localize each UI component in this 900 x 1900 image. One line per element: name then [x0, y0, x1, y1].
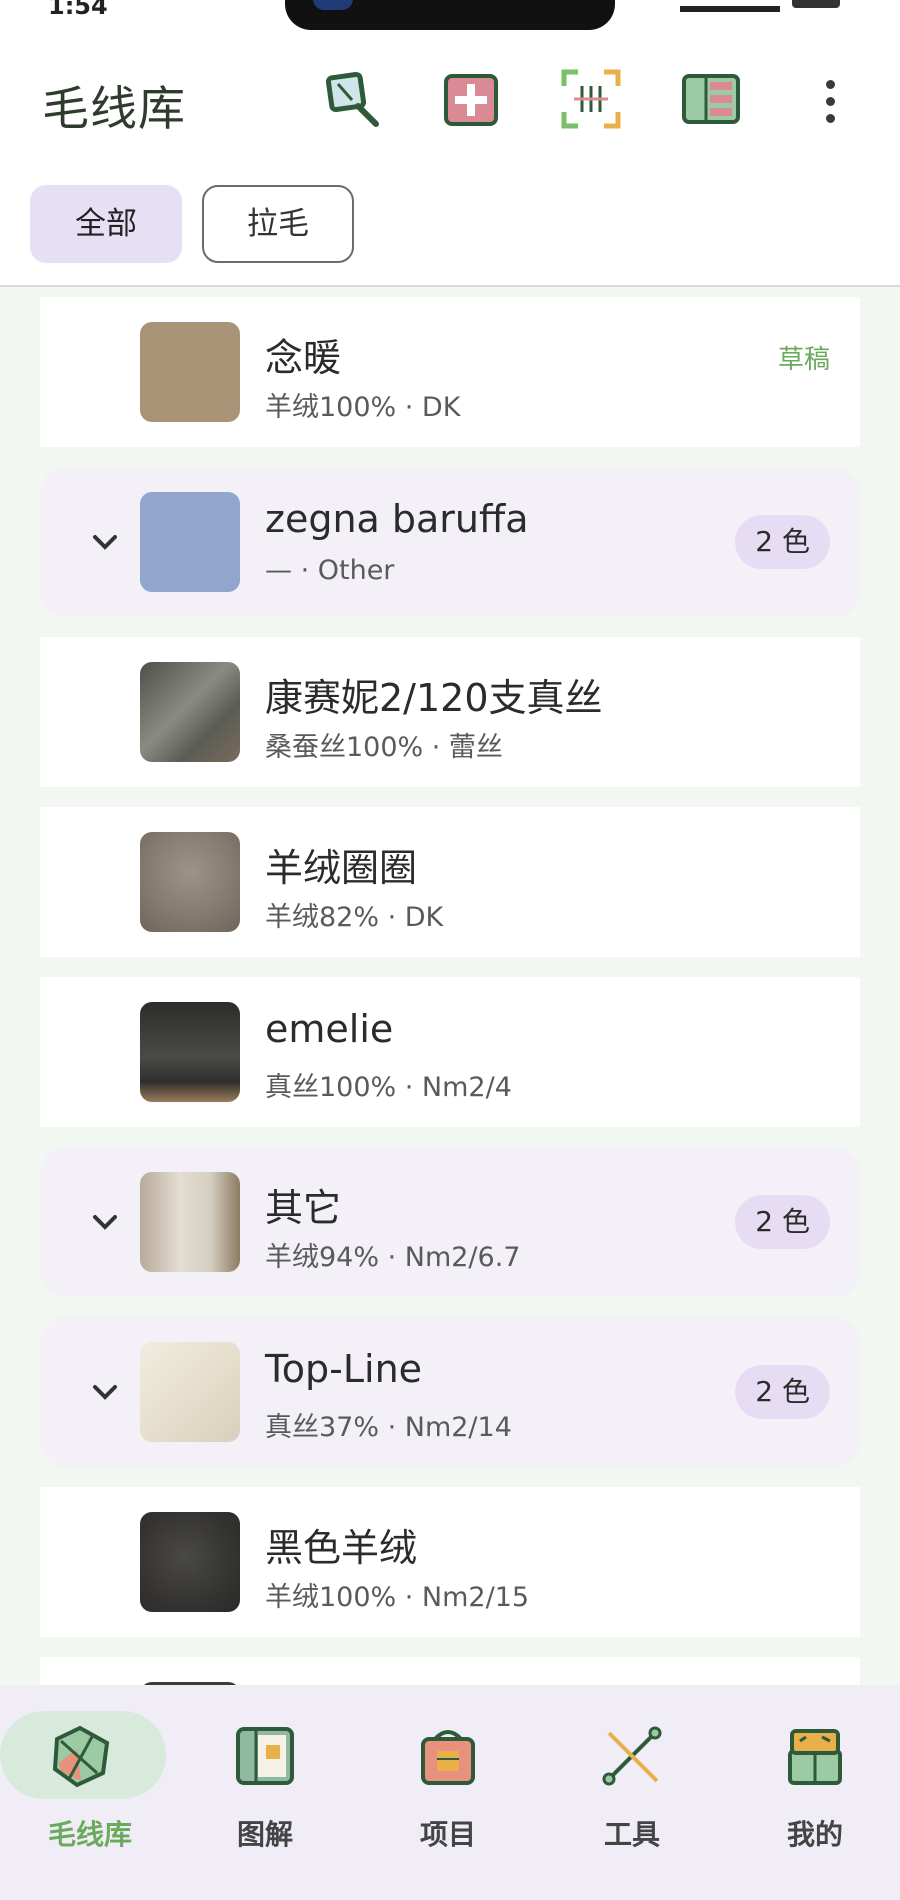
yarn-name: 黑色羊绒 [265, 1526, 418, 1570]
filter-chip-lamao[interactable]: 拉毛 [202, 185, 354, 263]
chevron-down-icon[interactable] [88, 1205, 122, 1239]
project-bag-icon [421, 1730, 475, 1785]
nav-label: 我的 [786, 1818, 843, 1851]
bottom-navigation: 毛线库 图解 项目 工具 我的 [0, 1685, 900, 1900]
color-count-badge: 2 色 [735, 1365, 830, 1419]
yarn-library-icon [52, 1725, 110, 1788]
knitting-needles-icon [602, 1726, 662, 1786]
list-item[interactable]: 念暖 羊绒100% · DK 草稿 [40, 297, 860, 447]
yarn-name: 康赛妮2/120支真丝 [265, 676, 603, 720]
yarn-detail: 羊绒82% · DK [265, 902, 444, 933]
yarn-detail: 真丝100% · Nm2/4 [265, 1072, 512, 1103]
yarn-list: 念暖 羊绒100% · DK 草稿 zegna baruffa — · Othe… [0, 287, 900, 1685]
list-group-item[interactable]: 其它 羊绒94% · Nm2/6.7 2 色 [40, 1147, 860, 1297]
yarn-thumbnail [140, 1512, 240, 1612]
stash-book-icon[interactable] [680, 68, 742, 130]
yarn-name: 羊绒圈圈 [265, 846, 418, 890]
scan-barcode-icon[interactable] [560, 68, 622, 130]
list-item[interactable]: 康赛妮2/120支真丝 桑蚕丝100% · 蕾丝 [40, 637, 860, 787]
yarn-thumbnail [140, 662, 240, 762]
yarn-name: Top-Line [265, 1347, 423, 1391]
top-app-bar: 毛线库 全部 拉毛 [0, 30, 900, 287]
filter-chip-all[interactable]: 全部 [30, 185, 182, 263]
nav-item-yarn-library[interactable]: 毛线库 [0, 1685, 180, 1900]
yarn-detail: 羊绒100% · Nm2/15 [265, 1582, 530, 1613]
color-count-badge: 2 色 [735, 515, 830, 569]
list-group-item[interactable]: Top-Line 真丝37% · Nm2/14 2 色 [40, 1317, 860, 1467]
signal-icon [680, 0, 780, 12]
nav-label: 毛线库 [47, 1818, 132, 1851]
chevron-down-icon[interactable] [88, 525, 122, 559]
yarn-thumbnail [140, 1342, 240, 1442]
list-item[interactable]: 羊绒圈圈 羊绒82% · DK [40, 807, 860, 957]
yarn-name: 念暖 [265, 336, 342, 380]
yarn-name: emelie [265, 1007, 394, 1051]
dynamic-island [285, 0, 615, 30]
yarn-thumbnail [140, 832, 240, 932]
draft-label: 草稿 [777, 345, 830, 375]
yarn-thumbnail [140, 322, 240, 422]
live-activity-icon [313, 0, 353, 10]
nav-label: 工具 [603, 1818, 660, 1851]
list-group-item[interactable]: zegna baruffa — · Other 2 色 [40, 467, 860, 617]
yarn-thumbnail [140, 1002, 240, 1102]
nav-item-charts[interactable]: 图解 [175, 1685, 355, 1900]
nav-label: 图解 [236, 1818, 293, 1851]
list-item[interactable]: emelie 真丝100% · Nm2/4 [40, 977, 860, 1127]
chevron-down-icon[interactable] [88, 1375, 122, 1409]
status-bar: 1:54 [0, 0, 900, 30]
yarn-detail: 羊绒94% · Nm2/6.7 [265, 1242, 521, 1273]
page-title: 毛线库 [42, 82, 186, 137]
yarn-detail: 桑蚕丝100% · 蕾丝 [265, 732, 503, 763]
profile-box-icon [788, 1729, 842, 1785]
list-item[interactable]: 黑色羊绒 羊绒100% · Nm2/15 [40, 1487, 860, 1637]
yarn-detail: 真丝37% · Nm2/14 [265, 1412, 512, 1443]
battery-icon [792, 0, 840, 8]
yarn-name: zegna baruffa [265, 497, 529, 541]
yarn-detail: 羊绒100% · DK [265, 392, 461, 423]
more-options-icon[interactable] [812, 76, 848, 124]
nav-item-profile[interactable]: 我的 [725, 1685, 900, 1900]
chart-book-icon [236, 1727, 294, 1785]
search-icon[interactable] [322, 68, 384, 130]
yarn-detail: — · Other [265, 555, 395, 586]
nav-item-projects[interactable]: 项目 [358, 1685, 538, 1900]
nav-label: 项目 [419, 1818, 476, 1851]
yarn-thumbnail [140, 492, 240, 592]
color-count-badge: 2 色 [735, 1195, 830, 1249]
yarn-name: 其它 [265, 1186, 342, 1230]
status-indicators [680, 0, 870, 12]
nav-item-tools[interactable]: 工具 [542, 1685, 722, 1900]
list-item[interactable] [40, 1657, 860, 1685]
status-time: 1:54 [48, 0, 108, 20]
add-icon[interactable] [440, 68, 502, 130]
yarn-thumbnail [140, 1172, 240, 1272]
